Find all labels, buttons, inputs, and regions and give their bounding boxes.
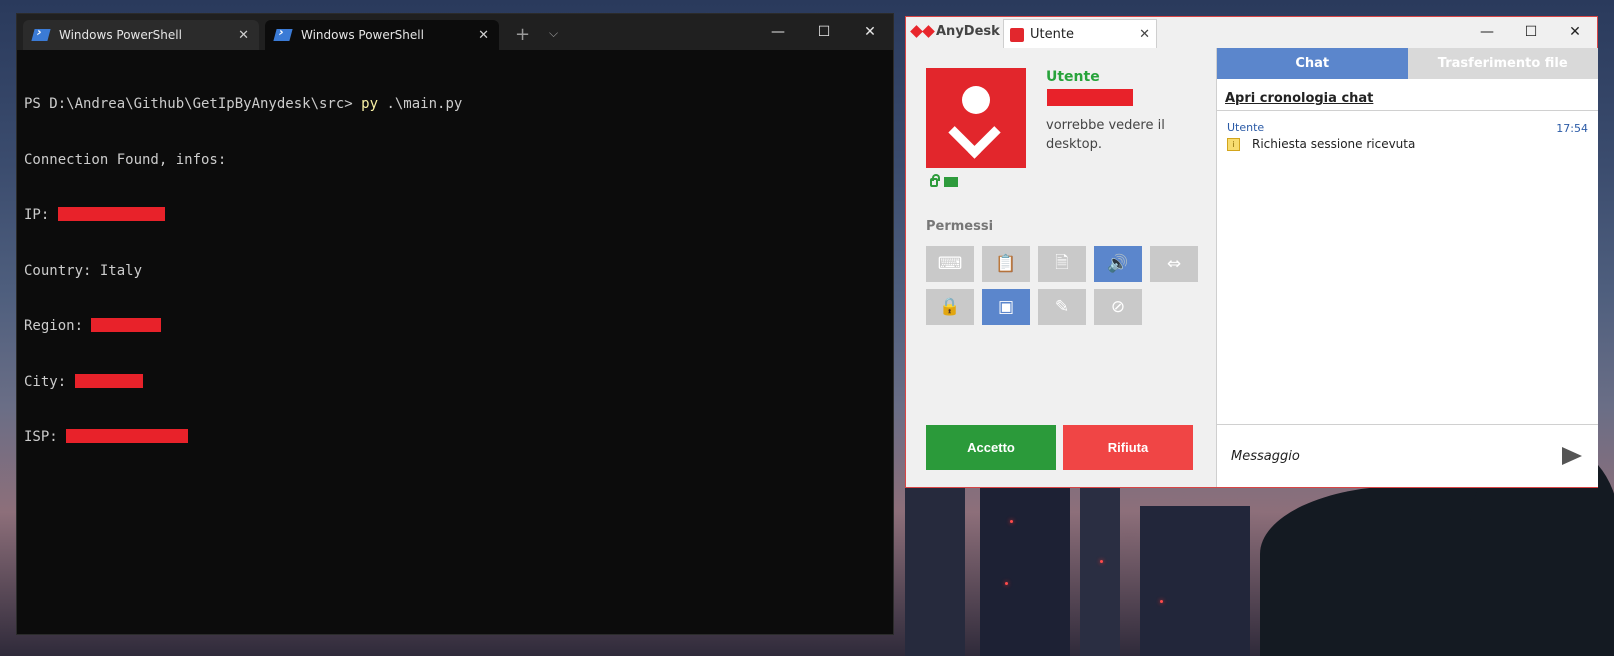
close-tab-icon[interactable]: ✕ bbox=[478, 28, 489, 43]
send-icon[interactable] bbox=[1562, 447, 1582, 465]
terminal-output[interactable]: PS D:\Andrea\Github\GetIpByAnydesk\src> … bbox=[17, 50, 893, 492]
new-tab-button[interactable]: + bbox=[515, 24, 530, 45]
chat-tabs: Chat Trasferimento file bbox=[1217, 48, 1598, 79]
tab-chat[interactable]: Chat bbox=[1217, 48, 1408, 79]
session-tab[interactable]: Utente ✕ bbox=[1003, 19, 1157, 49]
anydesk-logo-icon bbox=[910, 25, 923, 38]
chat-history-link-container: Apri cronologia chat bbox=[1217, 79, 1598, 111]
redacted-block bbox=[57, 207, 165, 221]
keyboard-mouse-icon[interactable]: ⌨ bbox=[926, 246, 974, 282]
chat-time: 17:54 bbox=[1556, 122, 1588, 135]
region-label: Region: bbox=[24, 318, 92, 334]
lock-icon bbox=[930, 174, 940, 187]
city-label: City: bbox=[24, 373, 75, 390]
maximize-button[interactable]: ☐ bbox=[801, 14, 847, 50]
tab-label: Windows PowerShell bbox=[59, 28, 182, 42]
output-line-isp: ISP: bbox=[24, 428, 886, 447]
minimize-button[interactable]: — bbox=[755, 14, 801, 50]
output-line-country: Country: Italy bbox=[24, 262, 143, 279]
close-tab-icon[interactable]: ✕ bbox=[1139, 27, 1150, 42]
user-icon bbox=[1010, 27, 1024, 42]
powershell-icon bbox=[31, 29, 51, 41]
permissions-grid: ⌨ 📋 🗎 🔊 ⇔ 🔒 ▣ ✎ ⊘ bbox=[926, 246, 1198, 325]
terminal-tab-1[interactable]: Windows PowerShell ✕ bbox=[23, 20, 259, 50]
chat-history-link[interactable]: Apri cronologia chat bbox=[1225, 91, 1373, 106]
tab-label: Windows PowerShell bbox=[301, 28, 424, 42]
session-tab-label: Utente bbox=[1030, 27, 1074, 42]
monitor-icon bbox=[944, 177, 958, 187]
tab-dropdown-button[interactable]: ⌵ bbox=[549, 26, 558, 41]
avatar bbox=[926, 68, 1026, 168]
output-line: Connection Found, infos: bbox=[24, 151, 227, 168]
message-input[interactable] bbox=[1229, 447, 1562, 465]
close-button[interactable]: ✕ bbox=[847, 14, 893, 50]
terminal-titlebar: Windows PowerShell ✕ Windows PowerShell … bbox=[17, 14, 893, 50]
message-bar bbox=[1217, 424, 1598, 487]
output-line-region: Region: bbox=[24, 317, 886, 336]
app-name: AnyDesk bbox=[936, 24, 1000, 39]
sound-icon[interactable]: 🔊 bbox=[1094, 246, 1142, 282]
isp-label: ISP: bbox=[24, 429, 67, 445]
record-icon[interactable]: ▣ bbox=[982, 289, 1030, 325]
anydesk-titlebar: AnyDesk Utente ✕ — ☐ ✕ bbox=[906, 17, 1597, 49]
output-line-ip: IP: bbox=[24, 206, 886, 225]
command-keyword: py bbox=[361, 96, 379, 112]
anydesk-logo: AnyDesk bbox=[910, 24, 1000, 39]
close-button[interactable]: ✕ bbox=[1553, 17, 1597, 48]
anydesk-window: AnyDesk Utente ✕ — ☐ ✕ Utente vorrebbe v… bbox=[905, 16, 1598, 488]
user-name: Utente bbox=[1046, 69, 1100, 85]
ip-label: IP: bbox=[24, 207, 58, 223]
file-transfer-icon[interactable]: 🗎 bbox=[1038, 246, 1086, 282]
redacted-block bbox=[74, 373, 143, 388]
chat-message: Utente 17:54 i Richiesta sessione ricevu… bbox=[1217, 111, 1598, 151]
prompt-line: PS D:\Andrea\Github\GetIpByAnydesk\src> … bbox=[24, 95, 886, 114]
request-panel: Utente vorrebbe vedere il desktop. Perme… bbox=[906, 48, 1216, 487]
reject-button[interactable]: Rifiuta bbox=[1063, 425, 1193, 470]
chat-line: i Richiesta sessione ricevuta bbox=[1227, 137, 1588, 151]
clipboard-icon[interactable]: 📋 bbox=[982, 246, 1030, 282]
redacted-block bbox=[66, 429, 189, 443]
output-line-city: City: bbox=[24, 373, 886, 392]
chat-author: Utente bbox=[1227, 121, 1265, 134]
redacted-block bbox=[1047, 89, 1133, 106]
redacted-block bbox=[91, 318, 162, 332]
minimize-button[interactable]: — bbox=[1465, 17, 1509, 48]
control-icon[interactable]: ⇔ bbox=[1150, 246, 1198, 282]
permissions-title: Permessi bbox=[926, 219, 994, 234]
maximize-button[interactable]: ☐ bbox=[1509, 17, 1553, 48]
lock-screen-icon[interactable]: 🔒 bbox=[926, 289, 974, 325]
prompt-text: PS D:\Andrea\Github\GetIpByAnydesk\src> bbox=[24, 96, 362, 112]
accept-button[interactable]: Accetto bbox=[926, 425, 1056, 470]
close-tab-icon[interactable]: ✕ bbox=[238, 28, 249, 43]
terminal-window: Windows PowerShell ✕ Windows PowerShell … bbox=[16, 13, 894, 635]
tab-file-transfer[interactable]: Trasferimento file bbox=[1407, 48, 1598, 79]
draw-icon[interactable]: ✎ bbox=[1038, 289, 1086, 325]
avatar-chevron bbox=[948, 106, 1001, 159]
request-text: vorrebbe vedere il desktop. bbox=[1046, 118, 1165, 152]
terminal-tab-2[interactable]: Windows PowerShell ✕ bbox=[265, 20, 499, 50]
powershell-icon bbox=[273, 29, 293, 41]
command-args: .\main.py bbox=[378, 96, 463, 112]
connection-status bbox=[930, 174, 958, 187]
chat-text: Richiesta sessione ricevuta bbox=[1252, 137, 1416, 151]
chat-panel: Chat Trasferimento file Apri cronologia … bbox=[1216, 48, 1598, 487]
anydesk-logo-icon bbox=[922, 25, 935, 38]
privacy-icon[interactable]: ⊘ bbox=[1094, 289, 1142, 325]
notification-icon: i bbox=[1227, 137, 1240, 151]
